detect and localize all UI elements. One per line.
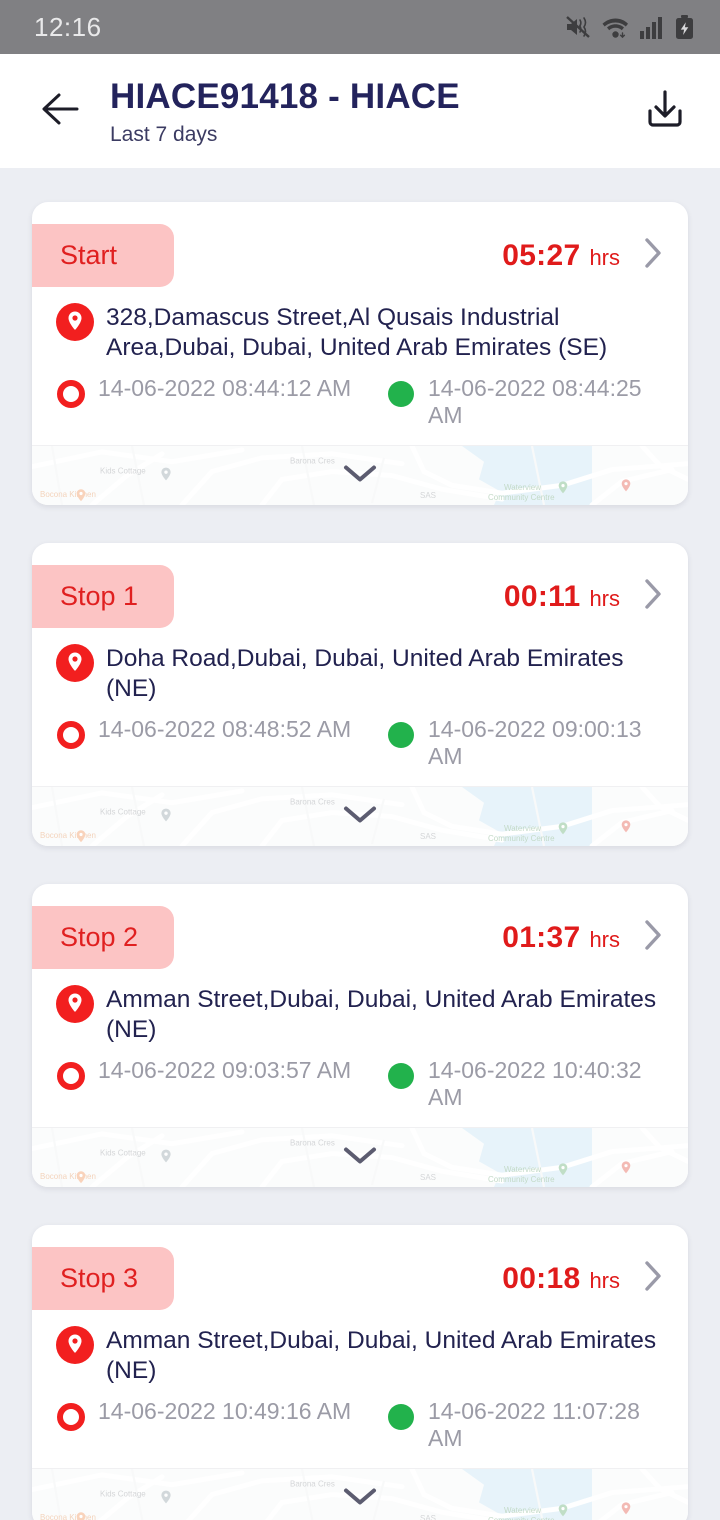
card-body: Amman Street,Dubai, Dubai, United Arab E…	[32, 969, 688, 1127]
start-time-text: 14-06-2022 08:44:12 AM	[98, 374, 352, 401]
address-row: Amman Street,Dubai, Dubai, United Arab E…	[56, 983, 664, 1045]
card-header-row: Start 05:27 hrs	[32, 202, 688, 287]
trip-stop-card[interactable]: Stop 3 00:18 hrs Amman Street,Dubai, Dub…	[32, 1225, 688, 1520]
ring-circle-icon	[56, 1402, 86, 1437]
card-header-row: Stop 3 00:18 hrs	[32, 1225, 688, 1310]
page-title: HIACE91418 - HIACE	[110, 77, 460, 117]
start-time-text: 14-06-2022 10:49:16 AM	[98, 1397, 352, 1424]
status-bar-clock: 12:16	[34, 11, 102, 42]
duration-block: 00:18 hrs	[502, 1262, 620, 1296]
start-time-text: 14-06-2022 08:48:52 AM	[98, 715, 352, 742]
end-time-text: 14-06-2022 09:00:13 AM	[428, 715, 642, 769]
stop-badge: Stop 3	[32, 1247, 174, 1310]
chevron-down-icon[interactable]	[341, 461, 379, 490]
page-subtitle: Last 7 days	[110, 122, 218, 146]
status-bar-icons	[565, 14, 694, 40]
start-time-cell: 14-06-2022 09:03:57 AM	[56, 1057, 386, 1096]
map-preview-strip[interactable]: Kids Cottage Barona Cres SAS Bocona Kitc…	[32, 1127, 688, 1187]
address-text: Doha Road,Dubai, Dubai, United Arab Emir…	[106, 645, 624, 702]
mute-vibrate-icon	[565, 15, 591, 39]
signal-bars-icon	[640, 16, 664, 39]
trip-stop-card[interactable]: Stop 2 01:37 hrs Amman Street,Dubai, Dub…	[32, 884, 688, 1187]
end-time-text: 14-06-2022 08:44:25 AM	[428, 374, 642, 428]
green-dot-icon	[386, 379, 416, 414]
duration-value: 05:27	[502, 238, 581, 272]
trip-stop-card[interactable]: Stop 1 00:11 hrs Doha Road,Dubai, Dubai,…	[32, 543, 688, 846]
end-time-cell: 14-06-2022 11:07:28 AM	[386, 1398, 664, 1452]
stop-badge: Start	[32, 224, 174, 287]
green-dot-icon	[386, 1061, 416, 1096]
end-time-text: 14-06-2022 10:40:32 AM	[428, 1056, 642, 1110]
duration-block: 00:11 hrs	[504, 580, 620, 614]
chevron-right-icon[interactable]	[642, 918, 664, 957]
start-time-cell: 14-06-2022 08:48:52 AM	[56, 716, 386, 755]
stop-badge: Stop 1	[32, 565, 174, 628]
download-button[interactable]	[636, 82, 694, 140]
map-pin-icon	[56, 985, 94, 1028]
download-icon	[642, 86, 688, 137]
card-header-row: Stop 1 00:11 hrs	[32, 543, 688, 628]
address-text: Amman Street,Dubai, Dubai, United Arab E…	[106, 986, 657, 1043]
chevron-right-icon[interactable]	[642, 577, 664, 616]
duration-unit: hrs	[589, 926, 620, 952]
ring-circle-icon	[56, 379, 86, 414]
start-time-text: 14-06-2022 09:03:57 AM	[98, 1056, 352, 1083]
map-pin-icon	[56, 644, 94, 687]
timestamps-row: 14-06-2022 08:48:52 AM 14-06-2022 09:00:…	[56, 716, 664, 770]
map-preview-strip[interactable]: Kids Cottage Barona Cres SAS Bocona Kitc…	[32, 1468, 688, 1520]
trip-stop-list[interactable]: Start 05:27 hrs 328,Damascus Street,Al Q…	[0, 168, 720, 1520]
green-dot-icon	[386, 1402, 416, 1437]
wifi-icon	[602, 16, 629, 39]
address-text: Amman Street,Dubai, Dubai, United Arab E…	[106, 1327, 657, 1384]
address-text: 328,Damascus Street,Al Qusais Industrial…	[106, 304, 608, 361]
duration-unit: hrs	[589, 244, 620, 270]
end-time-cell: 14-06-2022 08:44:25 AM	[386, 375, 664, 429]
header-text-block: HIACE91418 - HIACE Last 7 days	[88, 75, 636, 147]
trip-stop-card[interactable]: Start 05:27 hrs 328,Damascus Street,Al Q…	[32, 202, 688, 505]
duration-value: 00:18	[502, 1261, 581, 1295]
map-preview-strip[interactable]: Kids Cottage Barona Cres SAS Bocona Kitc…	[32, 786, 688, 846]
address-row: 328,Damascus Street,Al Qusais Industrial…	[56, 301, 664, 363]
status-bar: 12:16	[0, 0, 720, 54]
start-time-cell: 14-06-2022 10:49:16 AM	[56, 1398, 386, 1437]
stop-badge: Stop 2	[32, 906, 174, 969]
timestamps-row: 14-06-2022 10:49:16 AM 14-06-2022 11:07:…	[56, 1398, 664, 1452]
chevron-right-icon[interactable]	[642, 236, 664, 275]
chevron-down-icon[interactable]	[341, 1484, 379, 1513]
chevron-down-icon[interactable]	[341, 802, 379, 831]
start-time-cell: 14-06-2022 08:44:12 AM	[56, 375, 386, 414]
duration-value: 01:37	[502, 920, 581, 954]
card-body: Amman Street,Dubai, Dubai, United Arab E…	[32, 1310, 688, 1468]
end-time-text: 14-06-2022 11:07:28 AM	[428, 1397, 640, 1451]
ring-circle-icon	[56, 720, 86, 755]
duration-block: 05:27 hrs	[502, 239, 620, 273]
end-time-cell: 14-06-2022 10:40:32 AM	[386, 1057, 664, 1111]
duration-value: 00:11	[503, 579, 581, 613]
back-button[interactable]	[32, 83, 88, 139]
card-header-row: Stop 2 01:37 hrs	[32, 884, 688, 969]
address-row: Doha Road,Dubai, Dubai, United Arab Emir…	[56, 642, 664, 704]
timestamps-row: 14-06-2022 08:44:12 AM 14-06-2022 08:44:…	[56, 375, 664, 429]
chevron-right-icon[interactable]	[642, 1259, 664, 1298]
green-dot-icon	[386, 720, 416, 755]
map-pin-icon	[56, 1326, 94, 1369]
battery-charging-icon	[675, 14, 694, 40]
app-header: HIACE91418 - HIACE Last 7 days	[0, 54, 720, 168]
address-row: Amman Street,Dubai, Dubai, United Arab E…	[56, 1324, 664, 1386]
duration-unit: hrs	[589, 585, 620, 611]
ring-circle-icon	[56, 1061, 86, 1096]
map-preview-strip[interactable]: Kids Cottage Barona Cres SAS Bocona Kitc…	[32, 445, 688, 505]
timestamps-row: 14-06-2022 09:03:57 AM 14-06-2022 10:40:…	[56, 1057, 664, 1111]
duration-unit: hrs	[589, 1267, 620, 1293]
arrow-left-icon	[39, 90, 81, 133]
duration-block: 01:37 hrs	[502, 921, 620, 955]
card-body: 328,Damascus Street,Al Qusais Industrial…	[32, 287, 688, 445]
chevron-down-icon[interactable]	[341, 1143, 379, 1172]
card-body: Doha Road,Dubai, Dubai, United Arab Emir…	[32, 628, 688, 786]
map-pin-icon	[56, 303, 94, 346]
end-time-cell: 14-06-2022 09:00:13 AM	[386, 716, 664, 770]
